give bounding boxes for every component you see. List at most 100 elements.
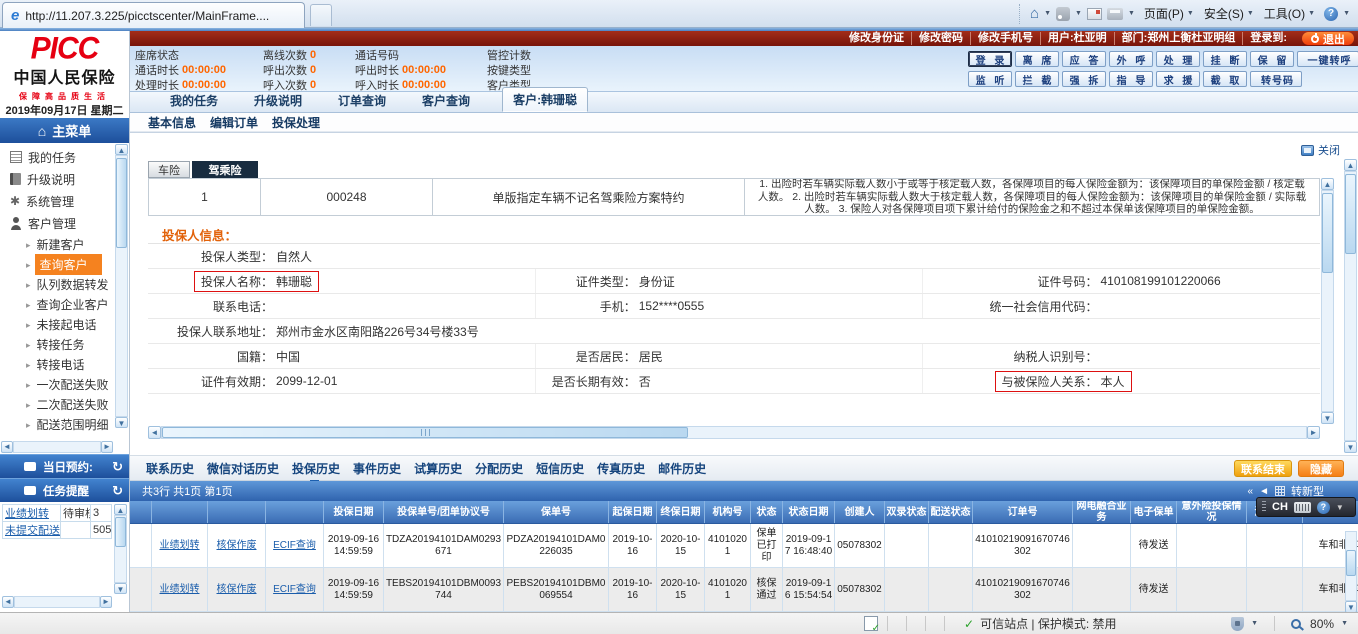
history-tab[interactable]: 投保历史 — [292, 460, 340, 484]
zoom-magnifier-icon[interactable] — [1291, 618, 1302, 629]
logout-button[interactable]: 退出 — [1302, 32, 1354, 46]
table-row[interactable]: 业绩划转 核保作废 ECIF查询 2019-09-16 14:59:59 TDZA201… — [130, 524, 1358, 568]
menu-vertical-scrollbar[interactable]: ▲ ▼ — [115, 144, 128, 428]
scrollbar-thumb[interactable] — [116, 158, 127, 248]
table-header-cell[interactable]: 订单号 — [973, 501, 1073, 523]
task-cell[interactable]: 未提交配送 — [3, 522, 61, 538]
submenu-link[interactable]: 编辑订单 — [210, 114, 258, 131]
nav-tab[interactable]: 客户:韩珊聪 — [502, 87, 589, 112]
table-cell[interactable]: 业绩划转 — [152, 568, 208, 611]
callcenter-button[interactable]: 截 取 — [1203, 71, 1247, 87]
sidebar-menu-item[interactable]: 查询企业客户 — [0, 294, 114, 314]
help-icon[interactable]: ? — [1324, 6, 1339, 21]
history-tab[interactable]: 试算历史 — [414, 460, 462, 477]
table-header-cell[interactable]: 终保日期 — [657, 501, 705, 523]
task-horizontal-scrollbar[interactable]: ◄ ► — [2, 596, 112, 608]
ime-toolbar[interactable]: CH ? ▼ — [1256, 497, 1356, 517]
submenu-link[interactable]: 基本信息 — [148, 114, 196, 131]
table-cell[interactable]: 核保作废 — [208, 524, 266, 567]
scroll-right-icon[interactable]: ► — [100, 596, 112, 608]
callcenter-button[interactable]: 求 援 — [1156, 71, 1200, 87]
table-header-cell[interactable]: 创建人 — [835, 501, 885, 523]
callcenter-button[interactable]: 拦 截 — [1015, 71, 1059, 87]
home-icon[interactable]: ⌂ — [1030, 5, 1039, 22]
home-dropdown-icon[interactable]: ▼ — [1044, 10, 1051, 17]
callcenter-button[interactable]: 一键转呼 — [1297, 51, 1358, 67]
nav-tab[interactable]: 升级说明 — [250, 89, 306, 112]
history-tab[interactable]: 微信对话历史 — [207, 460, 279, 477]
scroll-left-icon[interactable]: ◄ — [2, 596, 14, 608]
new-tab-button[interactable] — [310, 4, 332, 26]
sidebar-menu-item[interactable]: 未接起电话 — [0, 314, 114, 334]
table-header-cell[interactable] — [266, 501, 324, 523]
content-vertical-scrollbar[interactable]: ▲ ▼ — [1344, 159, 1357, 453]
callcenter-button[interactable]: 监 听 — [968, 71, 1012, 87]
scroll-up-icon[interactable]: ▲ — [1344, 159, 1357, 171]
callcenter-button[interactable]: 应 答 — [1062, 51, 1106, 67]
sidebar-menu-item[interactable]: 系统管理 — [0, 190, 114, 212]
table-header-cell[interactable]: 投保日期 — [324, 501, 384, 523]
table-row[interactable]: 业绩划转 核保作废 ECIF查询 2019-09-16 14:59:59 TEBS201… — [130, 568, 1358, 612]
scroll-left-icon[interactable]: ◄ — [148, 426, 161, 439]
pager-prev-icon[interactable]: ◄ — [1259, 486, 1269, 497]
chevron-down-icon[interactable]: ▼ — [1251, 620, 1258, 627]
scroll-up-icon[interactable]: ▲ — [115, 144, 128, 155]
menu-horizontal-scrollbar[interactable]: ◄ ► — [1, 441, 113, 453]
printer-dropdown-icon[interactable]: ▼ — [1128, 10, 1135, 17]
history-tab[interactable]: 短信历史 — [536, 460, 584, 477]
browser-menu-item[interactable]: 工具(O) ▼ — [1264, 5, 1315, 22]
zoom-dropdown-icon[interactable]: ▼ — [1341, 620, 1348, 627]
callcenter-button[interactable]: 强 拆 — [1062, 71, 1106, 87]
table-header-cell[interactable] — [130, 501, 152, 523]
table-header-cell[interactable]: 网电融合业务 — [1073, 501, 1131, 523]
table-header-cell[interactable]: 投保单号/团单协议号 — [384, 501, 504, 523]
task-cell[interactable]: 业绩划转 — [3, 505, 61, 521]
policy-tab[interactable]: 驾乘险 — [192, 161, 258, 178]
sidebar-menu-item[interactable]: 转接电话 — [0, 354, 114, 374]
sidebar-menu-item[interactable]: 我的任务 — [0, 146, 114, 168]
callcenter-button[interactable]: 指 导 — [1109, 71, 1153, 87]
nav-tab[interactable]: 订单查询 — [334, 89, 390, 112]
scroll-down-icon[interactable]: ▼ — [114, 583, 127, 594]
topbar-link[interactable]: 修改手机号 — [969, 32, 1040, 45]
table-header-cell[interactable]: 机构号 — [705, 501, 751, 523]
scroll-up-icon[interactable]: ▲ — [1321, 178, 1334, 190]
ime-help-icon[interactable]: ? — [1316, 500, 1330, 514]
callcenter-button[interactable]: 转号码 — [1250, 71, 1302, 87]
nav-tab[interactable]: 我的任务 — [166, 89, 222, 112]
refresh-icon[interactable]: ↻ — [112, 459, 123, 475]
history-tab[interactable]: 联系历史 — [146, 460, 194, 477]
end-contact-button[interactable]: 联系结束 — [1234, 460, 1292, 477]
scrollbar-thumb[interactable] — [115, 517, 126, 547]
ime-options-icon[interactable]: ▼ — [1336, 503, 1344, 512]
table-cell[interactable]: ECIF查询 — [266, 524, 324, 567]
main-menu-header[interactable]: ⌂ 主菜单 — [0, 118, 129, 143]
history-tab[interactable]: 邮件历史 — [658, 460, 706, 477]
table-header-cell[interactable] — [152, 501, 208, 523]
history-tab[interactable]: 传真历史 — [597, 460, 645, 477]
hide-button[interactable]: 隐藏 — [1298, 460, 1344, 477]
mail-icon[interactable] — [1086, 7, 1102, 20]
callcenter-button[interactable]: 挂 断 — [1203, 51, 1247, 67]
rss-feed-icon[interactable] — [1056, 6, 1071, 21]
submenu-link[interactable]: 投保处理 — [272, 114, 320, 131]
callcenter-button[interactable]: 离 席 — [1015, 51, 1059, 67]
sidebar-menu-item[interactable]: 新建客户 — [0, 234, 114, 254]
scrollbar-thumb[interactable] — [1345, 174, 1356, 254]
protected-mode-icon[interactable] — [1231, 616, 1245, 631]
sidebar-menu-item[interactable]: 配送范围明细 — [0, 414, 114, 434]
scroll-up-icon[interactable]: ▲ — [114, 504, 127, 515]
ime-drag-handle[interactable] — [1262, 501, 1266, 513]
scroll-left-icon[interactable]: ◄ — [1, 441, 13, 453]
scroll-down-icon[interactable]: ▼ — [1321, 412, 1334, 424]
policy-tab[interactable]: 车险 — [148, 161, 190, 178]
table-header-cell[interactable] — [208, 501, 266, 523]
browser-menu-item[interactable]: 页面(P) ▼ — [1144, 5, 1194, 22]
panel-vertical-scrollbar[interactable]: ▲ ▼ — [1321, 178, 1334, 424]
sidebar-menu-item[interactable]: 查询客户 — [0, 253, 114, 275]
sidebar-menu-item[interactable]: 客户管理 — [0, 212, 114, 234]
keyboard-icon[interactable] — [1293, 501, 1311, 513]
ime-language-indicator[interactable]: CH — [1272, 501, 1288, 513]
callcenter-button[interactable]: 保 留 — [1250, 51, 1294, 67]
refresh-icon[interactable]: ↻ — [112, 483, 123, 499]
